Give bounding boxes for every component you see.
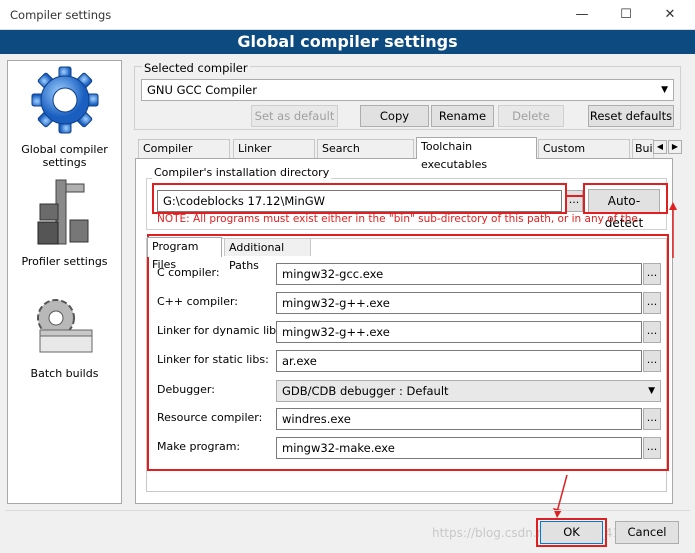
gear-icon (31, 66, 99, 134)
maximize-button[interactable]: ☐ (616, 6, 636, 24)
sidebar-item-label: Profiler settings (21, 255, 108, 268)
highlight-connector (567, 195, 583, 197)
tab-toolchain-executables[interactable]: Toolchain executables (416, 137, 537, 171)
compiler-select-value: GNU GCC Compiler (147, 83, 257, 97)
tab-search-directories[interactable]: Search directories (317, 139, 414, 173)
tab-compiler-settings[interactable]: Compiler settings (138, 139, 230, 173)
sidebar-item-label: Global compiler settings (21, 143, 108, 169)
arrow-up-icon (669, 202, 677, 210)
delete-button[interactable]: Delete (498, 105, 564, 127)
rename-button[interactable]: Rename (431, 105, 494, 127)
page-title: Global compiler settings (0, 30, 695, 54)
cancel-button[interactable]: Cancel (615, 521, 679, 544)
close-button[interactable]: ✕ (660, 6, 680, 24)
gears-stack-icon (37, 299, 93, 353)
compiler-select[interactable]: GNU GCC Compiler ▼ (141, 79, 674, 101)
annotation-arrows (553, 202, 677, 518)
sidebar-item-batch-builds[interactable]: Batch builds (8, 296, 121, 386)
tab-custom-variables[interactable]: Custom variables (538, 139, 630, 173)
footer-divider (5, 510, 690, 511)
title-bar: Compiler settings — ☐ ✕ (0, 0, 695, 30)
install-dir-label: Compiler's installation directory (152, 166, 332, 179)
reset-defaults-button[interactable]: Reset defaults (588, 105, 674, 127)
tab-build-options[interactable]: Bui (632, 139, 654, 158)
highlight-box-ok (536, 518, 607, 547)
sidebar-item-label: Batch builds (30, 367, 99, 380)
caliper-icon (37, 179, 89, 245)
set-as-default-button[interactable]: Set as default (251, 105, 338, 127)
window-title: Compiler settings (10, 8, 112, 22)
tab-scroll-left-icon[interactable]: ◀ (653, 140, 667, 154)
tab-program-files[interactable]: Program Files (147, 237, 222, 271)
highlight-box-dir (152, 183, 567, 214)
tab-linker-settings[interactable]: Linker settings (233, 139, 315, 173)
copy-button[interactable]: Copy (360, 105, 429, 127)
minimize-button[interactable]: — (572, 6, 592, 24)
sidebar-item-profiler[interactable]: Profiler settings (8, 176, 121, 276)
sidebar: Global compiler settings Profiler settin… (7, 60, 122, 504)
chevron-down-icon: ▼ (661, 85, 668, 95)
tab-scroll-right-icon[interactable]: ▶ (668, 140, 682, 154)
sidebar-item-global-compiler[interactable]: Global compiler settings (8, 63, 121, 173)
selected-compiler-label: Selected compiler (142, 61, 250, 75)
